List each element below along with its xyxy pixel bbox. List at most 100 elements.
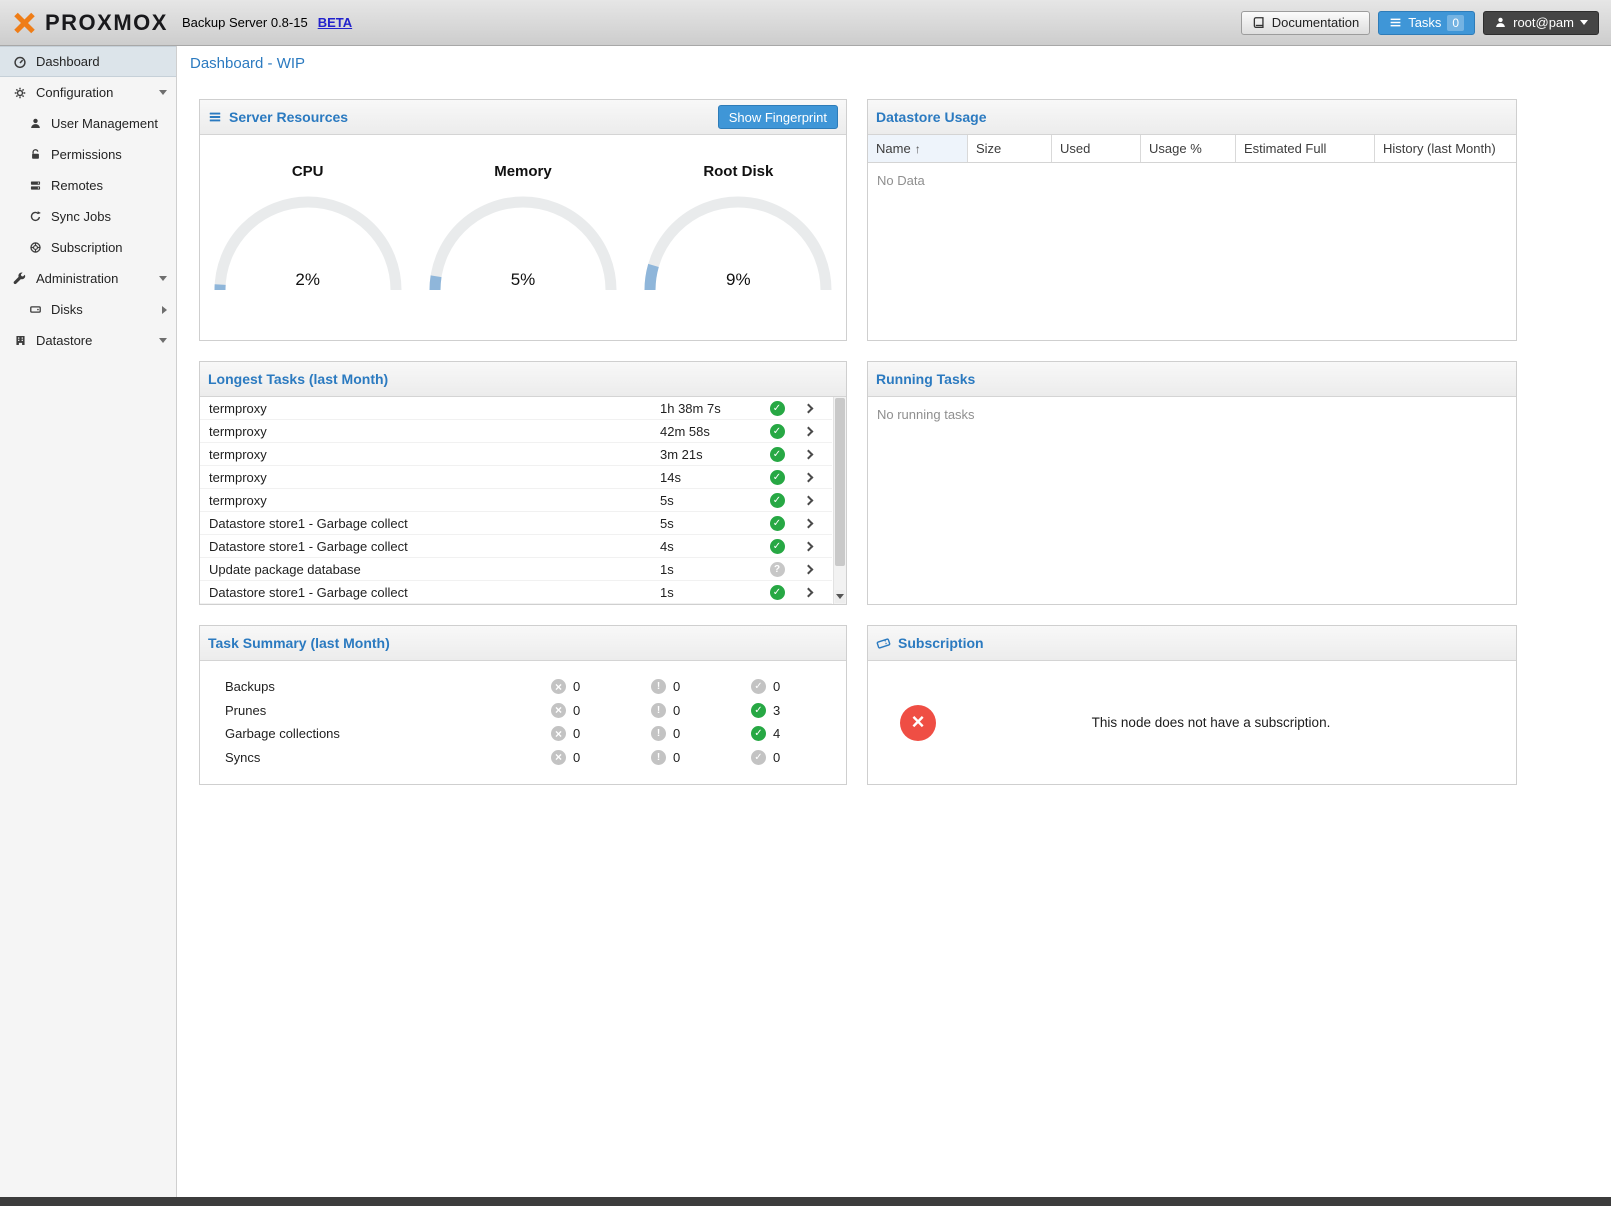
task-name: Update package database [209,562,660,577]
open-task-button[interactable] [794,497,822,504]
table-header-row: Name Size Used Usage % Estimated Full Hi… [868,135,1516,163]
warning-count: 0 [673,750,680,765]
sidebar-item-remotes[interactable]: Remotes [0,170,176,201]
panel-title: Running Tasks [876,371,975,387]
panel-title: Subscription [898,635,984,651]
column-header-usage[interactable]: Usage % [1141,135,1236,162]
task-status-icon [770,539,785,554]
user-menu-button[interactable]: root@pam [1483,11,1599,35]
no-data-text: No Data [868,163,1516,198]
sidebar-item-label: Administration [36,271,118,286]
task-row[interactable]: termproxy 5s [200,489,832,512]
chevron-right-icon[interactable] [162,306,167,314]
task-row[interactable]: Datastore store1 - Garbage collect 1s [200,581,832,604]
beta-link[interactable]: BETA [318,15,352,30]
chevron-down-icon[interactable] [159,338,167,343]
task-row[interactable]: termproxy 14s [200,466,832,489]
sidebar-item-administration[interactable]: Administration [0,263,176,294]
error-count: 0 [573,750,580,765]
task-name: termproxy [209,401,660,416]
task-name: Datastore store1 - Garbage collect [209,516,660,531]
hdd-icon [27,303,43,316]
task-duration: 5s [660,493,760,508]
task-row[interactable]: termproxy 42m 58s [200,420,832,443]
scrollbar-thumb[interactable] [835,398,845,566]
unlock-icon [27,148,43,161]
column-header-name[interactable]: Name [868,135,968,162]
task-name: Datastore store1 - Garbage collect [209,585,660,600]
open-task-button[interactable] [794,474,822,481]
memory-gauge: Memory 5% [415,135,630,296]
summary-row-prunes: Prunes 0 0 3 [200,699,846,723]
sidebar-item-label: Dashboard [36,54,100,69]
life-ring-icon [27,241,43,254]
sidebar-item-user-management[interactable]: User Management [0,108,176,139]
sort-asc-icon [915,141,921,156]
task-row[interactable]: termproxy 3m 21s [200,443,832,466]
task-name: termproxy [209,424,660,439]
task-row[interactable]: Datastore store1 - Garbage collect 4s [200,535,832,558]
summary-label: Backups [225,679,551,694]
book-icon [1252,16,1266,30]
column-header-used[interactable]: Used [1052,135,1141,162]
tasks-button[interactable]: Tasks 0 [1378,11,1475,35]
error-icon [551,679,566,694]
no-running-tasks-text: No running tasks [868,397,1516,432]
panel-title: Task Summary (last Month) [208,635,390,651]
open-task-button[interactable] [794,520,822,527]
sidebar-item-disks[interactable]: Disks [0,294,176,325]
chevron-down-icon [1580,20,1588,25]
gauge-label: Root Disk [631,163,846,180]
brand-text: PROXMOX [45,10,168,36]
sidebar-item-dashboard[interactable]: Dashboard [0,46,176,77]
user-label: root@pam [1513,15,1574,30]
task-duration: 1s [660,562,760,577]
open-task-button[interactable] [794,405,822,412]
scrollbar[interactable] [833,397,846,604]
ok-count: 4 [773,726,780,741]
open-task-button[interactable] [794,589,822,596]
scroll-down-button[interactable] [835,590,845,603]
server-icon [27,179,43,192]
task-row[interactable]: termproxy 1h 38m 7s [200,397,832,420]
task-row[interactable]: Datastore store1 - Garbage collect 5s [200,512,832,535]
sidebar-item-subscription[interactable]: Subscription [0,232,176,263]
sidebar-item-label: Disks [51,302,83,317]
proxmox-x-icon [12,11,36,35]
warning-icon [651,679,666,694]
documentation-button[interactable]: Documentation [1241,11,1370,35]
column-header-history[interactable]: History (last Month) [1375,135,1516,162]
top-bar: PROXMOX Backup Server 0.8-15 BETA Docume… [0,0,1611,46]
task-row[interactable]: Update package database 1s [200,558,832,581]
running-tasks-panel: Running Tasks No running tasks [867,361,1517,605]
open-task-button[interactable] [794,543,822,550]
warning-icon [651,726,666,741]
task-duration: 42m 58s [660,424,760,439]
open-task-button[interactable] [794,566,822,573]
open-task-button[interactable] [794,451,822,458]
sidebar-item-label: Permissions [51,147,122,162]
column-header-size[interactable]: Size [968,135,1052,162]
task-status-icon [770,424,785,439]
subscription-message: This node does not have a subscription. [936,715,1516,730]
error-count: 0 [573,726,580,741]
sidebar-item-sync-jobs[interactable]: Sync Jobs [0,201,176,232]
warning-count: 0 [673,726,680,741]
chevron-down-icon[interactable] [159,276,167,281]
show-fingerprint-button[interactable]: Show Fingerprint [718,105,838,129]
sidebar-item-label: Sync Jobs [51,209,111,224]
bottom-bar [0,1197,1611,1206]
sidebar-item-datastore[interactable]: Datastore [0,325,176,356]
chevron-right-icon [803,472,813,482]
documentation-label: Documentation [1272,15,1359,30]
wrench-icon [12,272,28,286]
task-duration: 5s [660,516,760,531]
task-summary-panel: Task Summary (last Month) Backups 0 0 0 … [199,625,847,785]
sidebar: Dashboard Configuration User Management … [0,46,177,1197]
column-header-estimated-full[interactable]: Estimated Full [1236,135,1375,162]
sidebar-item-configuration[interactable]: Configuration [0,77,176,108]
open-task-button[interactable] [794,428,822,435]
sidebar-item-permissions[interactable]: Permissions [0,139,176,170]
chevron-down-icon[interactable] [159,90,167,95]
panel-title: Longest Tasks (last Month) [208,371,388,387]
